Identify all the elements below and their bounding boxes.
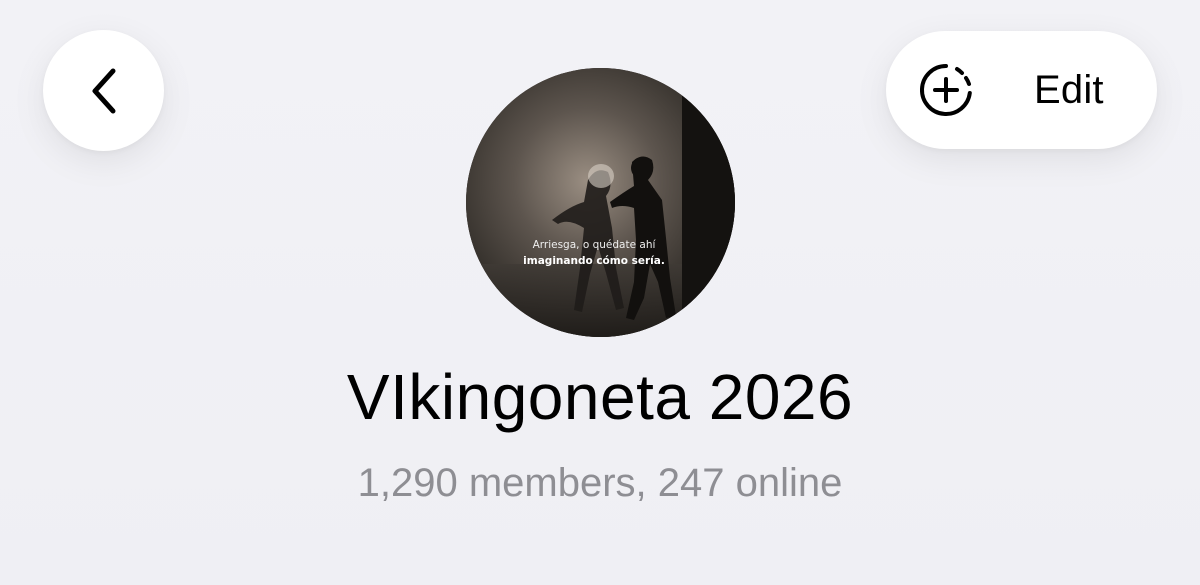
group-avatar[interactable]: Arriesga, o quédate ahí imaginando cómo …: [466, 68, 735, 337]
group-member-count: 1,290 members, 247 online: [357, 461, 843, 505]
avatar-caption-line2: imaginando cómo sería.: [523, 255, 665, 267]
avatar-image: Arriesga, o quédate ahí imaginando cómo …: [466, 68, 735, 337]
avatar-caption-line1: Arriesga, o quédate ahí: [533, 239, 657, 251]
chevron-left-icon: [92, 68, 115, 113]
back-button[interactable]: [43, 30, 164, 151]
add-story-icon[interactable]: [917, 61, 975, 119]
group-title: VIkingoneta 2026: [346, 361, 854, 433]
edit-button[interactable]: Edit: [1034, 31, 1104, 149]
header-actions: Edit: [886, 31, 1157, 149]
